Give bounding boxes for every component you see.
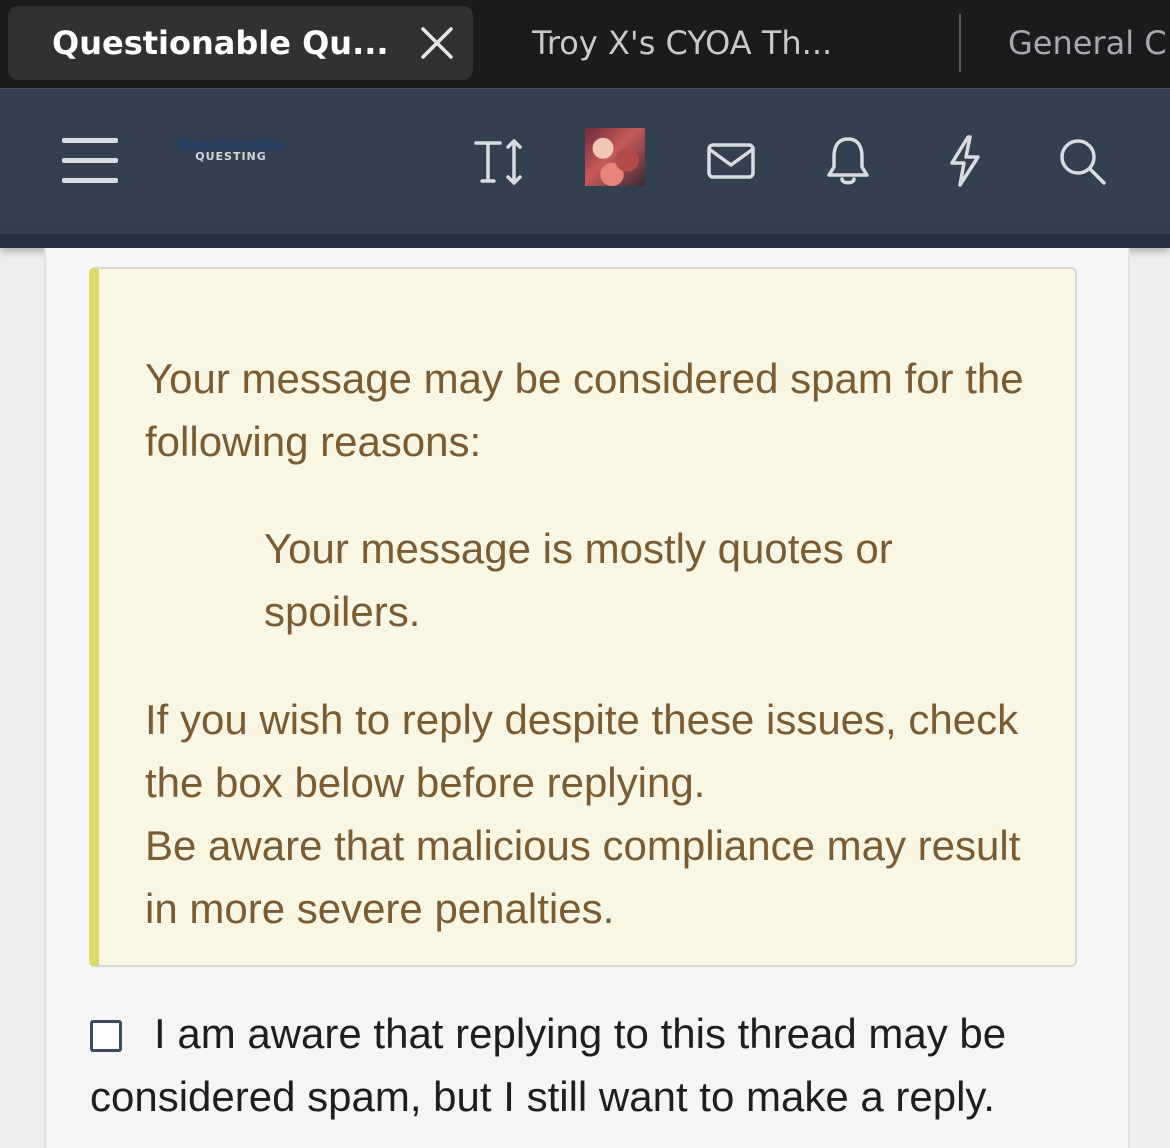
tab-label: Questionable Qu...: [52, 24, 389, 62]
tab-label: General C: [1008, 24, 1167, 62]
notice-reason: Your message is mostly quotes or spoiler…: [264, 525, 893, 635]
notice-advice-line1: If you wish to reply despite these issue…: [145, 696, 1019, 806]
text-size-icon[interactable]: [468, 129, 532, 193]
notice-intro: Your message may be considered spam for …: [145, 355, 1024, 465]
tab-questionable-questing[interactable]: Questionable Qu...: [8, 6, 473, 80]
lightning-icon[interactable]: [932, 129, 996, 193]
mail-icon[interactable]: [699, 129, 763, 193]
spam-warning-notice: Your message may be considered spam for …: [89, 267, 1077, 967]
site-logo[interactable]: Questionable QUESTING: [176, 138, 286, 163]
tab-label: Troy X's CYOA Th...: [532, 24, 833, 62]
notice-advice-line2: Be aware that malicious compliance may r…: [145, 822, 1021, 932]
browser-tab-bar: Questionable Qu... Troy X's CYOA Th... G…: [0, 0, 1170, 88]
header-shadow-bar: [0, 234, 1170, 248]
close-tab-icon[interactable]: [419, 25, 455, 61]
spam-confirm-checkbox[interactable]: [90, 1020, 122, 1052]
bell-icon[interactable]: [816, 129, 880, 193]
search-icon[interactable]: [1050, 129, 1114, 193]
tab-general[interactable]: General C: [1008, 6, 1167, 80]
spam-confirm-row: I am aware that replying to this thread …: [90, 1002, 1100, 1128]
tab-troy-cyoa[interactable]: Troy X's CYOA Th...: [532, 6, 832, 80]
tab-divider: [959, 14, 961, 72]
avatar[interactable]: [585, 128, 645, 186]
menu-icon[interactable]: [58, 129, 122, 193]
spam-confirm-label[interactable]: I am aware that replying to this thread …: [90, 1010, 1006, 1120]
notice-advice: If you wish to reply despite these issue…: [145, 688, 1045, 940]
